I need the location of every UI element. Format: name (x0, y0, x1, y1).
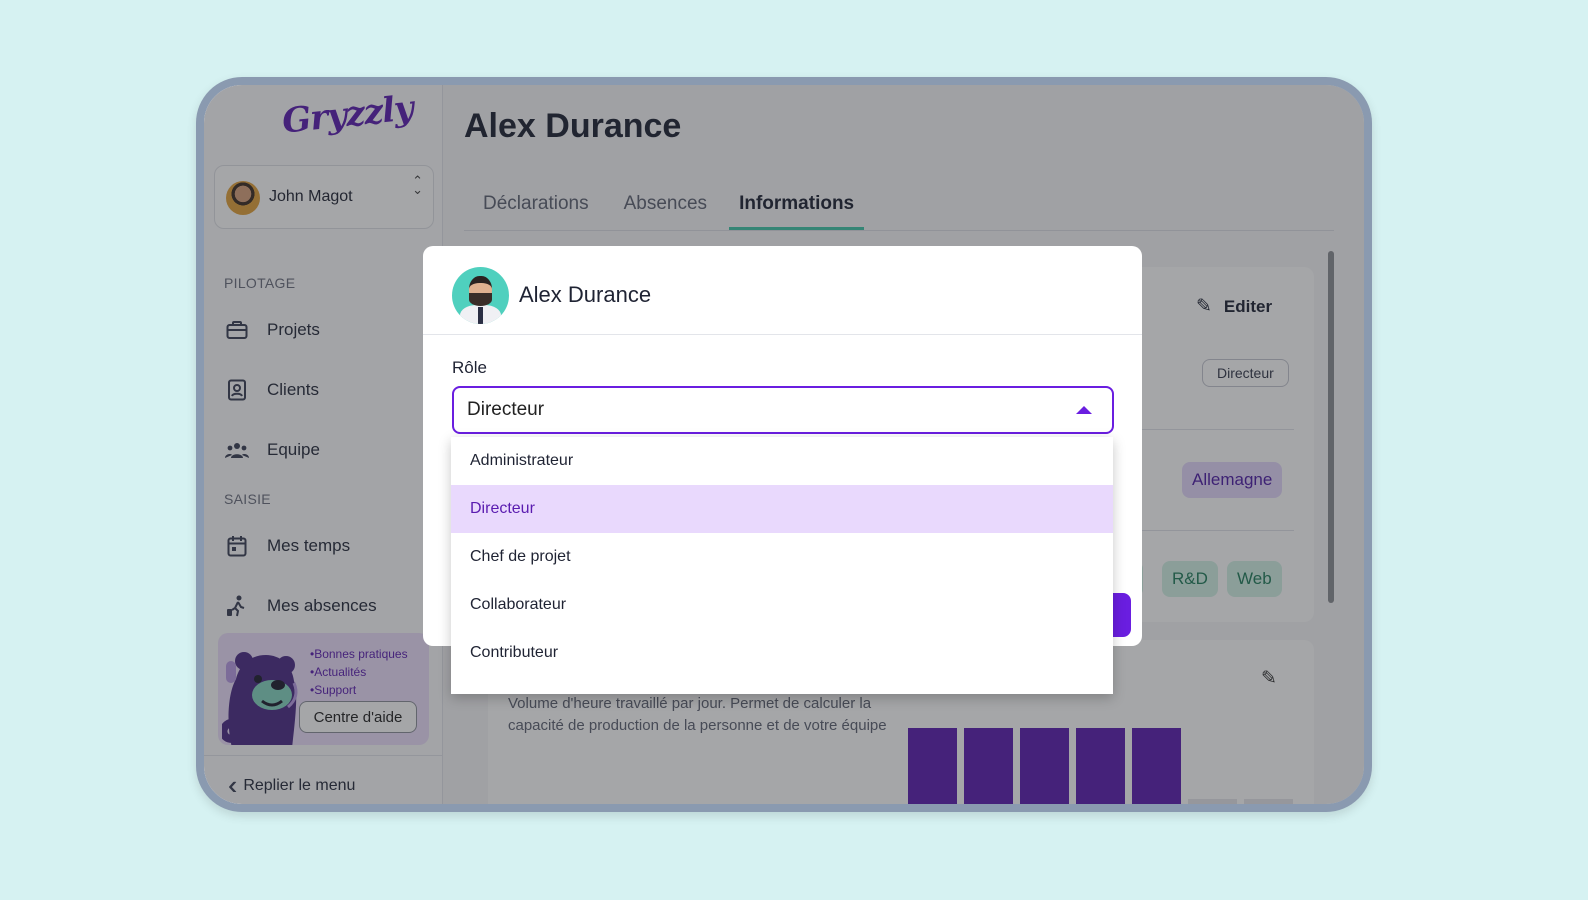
modal-header: Alex Durance (423, 246, 1142, 335)
device-frame: Gryzzly John Magot ⌃ ⌄ PILOTAGE Projets C… (196, 77, 1372, 812)
role-option-chef-de-projet[interactable]: Chef de projet (451, 533, 1113, 581)
role-option-administrateur[interactable]: Administrateur (451, 437, 1113, 485)
person-avatar (452, 267, 509, 324)
role-select-value: Directeur (467, 399, 545, 420)
role-option-contributeur[interactable]: Contributeur (451, 629, 1113, 677)
role-select[interactable]: Directeur (452, 386, 1114, 434)
modal-person-name: Alex Durance (519, 282, 652, 307)
role-field-label: Rôle (452, 358, 487, 377)
role-option-directeur[interactable]: Directeur (451, 485, 1113, 533)
app-screen: Gryzzly John Magot ⌃ ⌄ PILOTAGE Projets C… (204, 85, 1364, 804)
role-option-collaborateur[interactable]: Collaborateur (451, 581, 1113, 629)
caret-up-icon (1076, 406, 1092, 414)
role-dropdown-menu: Administrateur Directeur Chef de projet … (451, 437, 1113, 694)
